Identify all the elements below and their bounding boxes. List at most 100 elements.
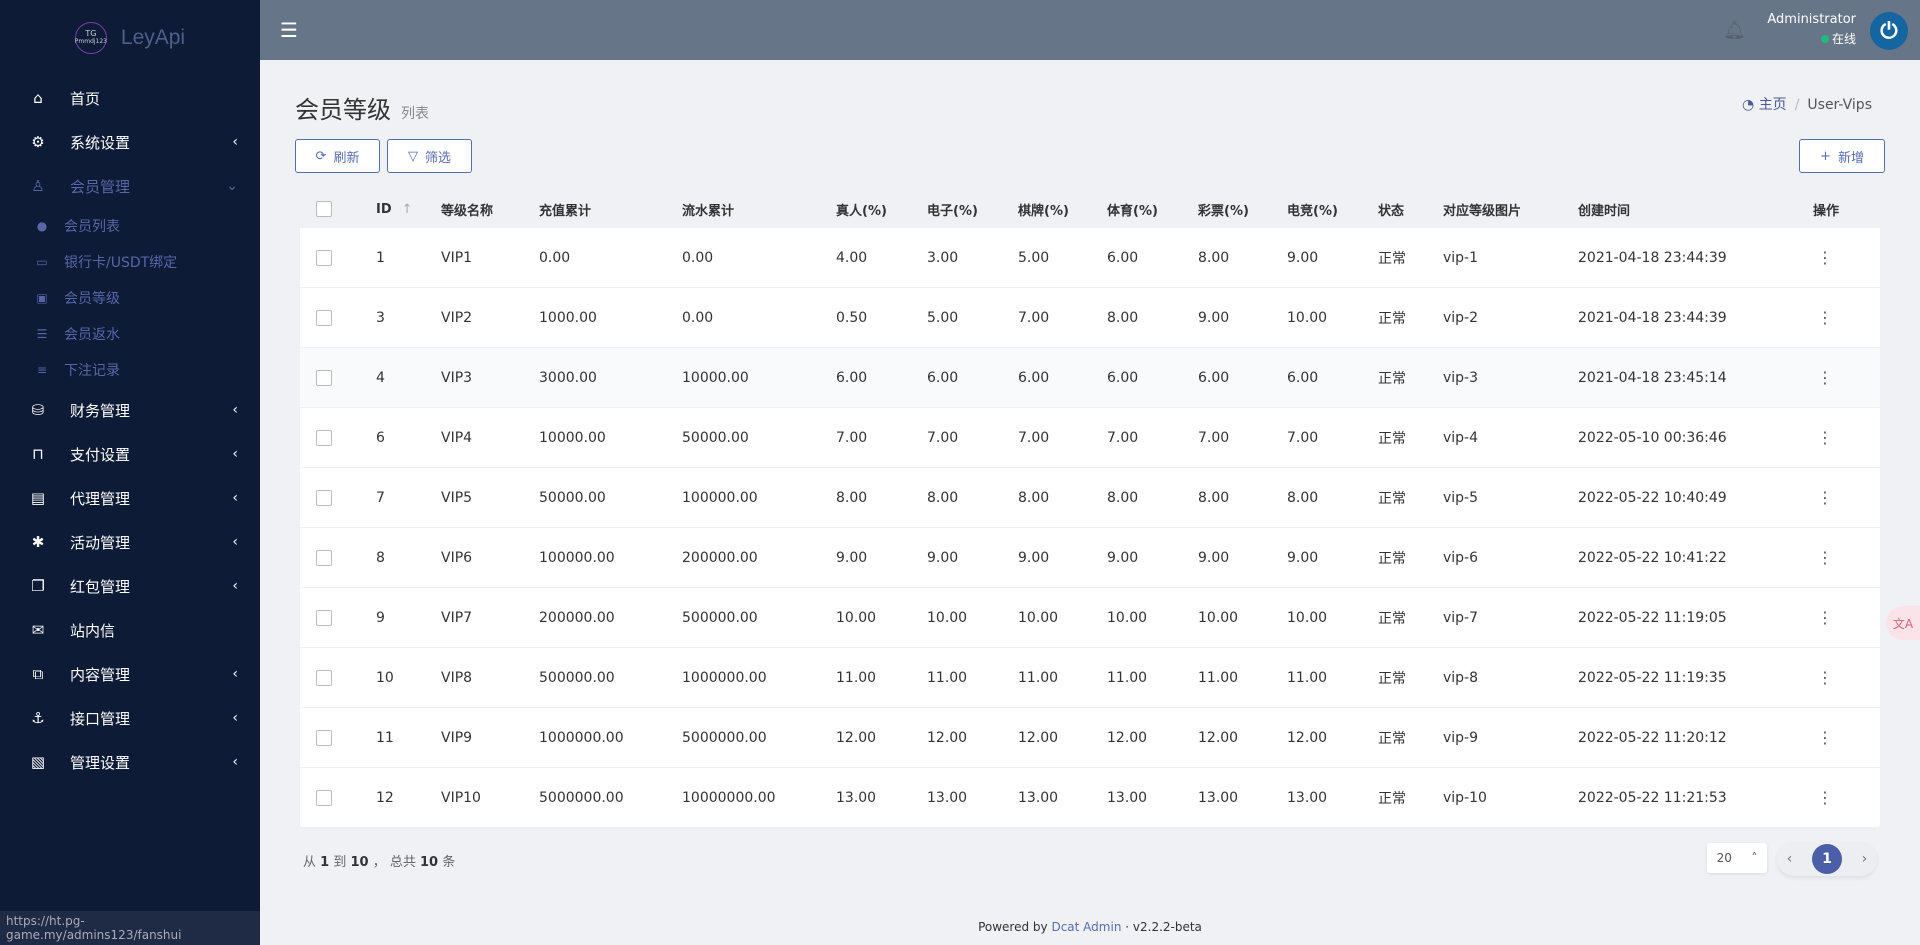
table-cell: 正常: [1378, 730, 1406, 747]
row-select-cell[interactable]: [316, 528, 332, 587]
filter-icon: ▽: [407, 148, 418, 164]
stack-icon: ≡: [36, 363, 48, 377]
row-select-cell[interactable]: [316, 768, 332, 827]
table-cell: vip-6: [1443, 549, 1479, 566]
row-checkbox[interactable]: [316, 609, 332, 626]
table-cell: 13.00: [836, 789, 877, 806]
row-checkbox[interactable]: [316, 549, 332, 566]
sidebar-item[interactable]: ⚙ 系统设置 ‹: [0, 120, 260, 164]
select-all-cell[interactable]: [316, 190, 332, 228]
row-actions-icon[interactable]: ⋮: [1817, 708, 1833, 767]
sidebar-item[interactable]: ⧉ 内容管理 ‹: [0, 652, 260, 696]
sidebar-item[interactable]: ⊓ 支付设置 ‹: [0, 432, 260, 476]
row-checkbox[interactable]: [316, 249, 332, 266]
table-cell: 1: [376, 249, 385, 266]
row-actions-icon[interactable]: ⋮: [1817, 588, 1833, 647]
sidebar-item[interactable]: ⚓ 接口管理 ‹: [0, 696, 260, 740]
table-cell: 7.00: [1287, 429, 1319, 446]
user-status: 在线: [1831, 32, 1856, 46]
refresh-icon: ⟳: [315, 148, 327, 164]
table-cell: 正常: [1378, 370, 1406, 387]
clone-icon: ❐: [31, 577, 45, 595]
translate-widget-icon[interactable]: 文A: [1886, 606, 1920, 640]
column-header: 流水累计: [682, 190, 734, 228]
next-page-button[interactable]: ›: [1862, 851, 1868, 867]
row-checkbox[interactable]: [316, 309, 332, 326]
bell-icon[interactable]: 🔔︎: [1723, 20, 1746, 41]
breadcrumb: ◔ 主页 / User-Vips: [1742, 94, 1872, 114]
menu-toggle-icon[interactable]: ☰: [280, 18, 298, 42]
sidebar-subitem[interactable]: ● 会员列表: [0, 208, 260, 244]
table-cell: 7.00: [1107, 429, 1139, 446]
row-actions-icon[interactable]: ⋮: [1817, 228, 1833, 287]
create-button[interactable]: + 新增: [1799, 139, 1885, 173]
table-cell: 11.00: [836, 669, 877, 686]
list-icon: ☰: [36, 327, 48, 341]
sidebar-subitem[interactable]: ▭ 银行卡/USDT绑定: [0, 244, 260, 280]
table-cell: 1000.00: [539, 309, 597, 326]
sidebar-subitem[interactable]: ☰ 会员返水: [0, 316, 260, 352]
row-select-cell[interactable]: [316, 708, 332, 767]
table-cell: 2022-05-10 00:36:46: [1578, 429, 1727, 446]
select-all-checkbox[interactable]: [316, 201, 332, 217]
table-cell: 5.00: [927, 309, 959, 326]
breadcrumb-home[interactable]: 主页: [1759, 97, 1787, 113]
sidebar-item[interactable]: ▤ 代理管理 ‹: [0, 476, 260, 520]
row-actions-icon[interactable]: ⋮: [1817, 648, 1833, 707]
row-actions-icon[interactable]: ⋮: [1817, 288, 1833, 347]
sidebar-item[interactable]: ⌂ 首页: [0, 76, 260, 120]
row-select-cell[interactable]: [316, 228, 332, 287]
sidebar-item[interactable]: ✱ 活动管理 ‹: [0, 520, 260, 564]
sidebar-item[interactable]: ▧ 管理设置 ‹: [0, 740, 260, 784]
row-checkbox[interactable]: [316, 429, 332, 446]
per-page-select[interactable]: 20 ˄: [1707, 843, 1767, 873]
row-select-cell[interactable]: [316, 648, 332, 707]
column-header-label: 彩票(%): [1198, 203, 1249, 219]
user-menu[interactable]: Administrator 在线: [1767, 12, 1856, 47]
row-select-cell[interactable]: [316, 588, 332, 647]
table-cell: 13.00: [1198, 789, 1239, 806]
table-cell: VIP4: [441, 429, 473, 446]
sidebar-item[interactable]: ♙ 会员管理 ⌄: [0, 164, 260, 208]
row-checkbox[interactable]: [316, 489, 332, 506]
table-cell: 4.00: [836, 249, 868, 266]
dcat-admin-link[interactable]: Dcat Admin: [1051, 920, 1121, 934]
avatar[interactable]: ⏻: [1870, 12, 1908, 50]
brand-logo[interactable]: TG Pmmdj123 LeyApi: [0, 0, 260, 76]
row-checkbox[interactable]: [316, 369, 332, 386]
sidebar-subitem[interactable]: ≡ 下注记录: [0, 352, 260, 388]
row-checkbox[interactable]: [316, 669, 332, 686]
row-select-cell[interactable]: [316, 288, 332, 347]
row-checkbox[interactable]: [316, 789, 332, 806]
column-header-label: 电竞(%): [1287, 203, 1338, 219]
row-select-cell[interactable]: [316, 408, 332, 467]
table-cell: 1000000.00: [539, 729, 624, 746]
pagination: ‹ 1 ›: [1777, 842, 1877, 876]
row-actions-icon[interactable]: ⋮: [1817, 528, 1833, 587]
row-actions-icon[interactable]: ⋮: [1817, 348, 1833, 407]
sidebar-item[interactable]: ⛁ 财务管理 ‹: [0, 388, 260, 432]
sort-asc-icon[interactable]: ↑: [402, 202, 413, 217]
sidebar-subitem[interactable]: ▣ 会员等级: [0, 280, 260, 316]
row-actions-icon[interactable]: ⋮: [1817, 768, 1833, 827]
row-actions-icon[interactable]: ⋮: [1817, 408, 1833, 467]
row-select-cell[interactable]: [316, 468, 332, 527]
refresh-button[interactable]: ⟳ 刷新: [295, 139, 380, 173]
filter-button[interactable]: ▽ 筛选: [387, 139, 472, 173]
page-button-current[interactable]: 1: [1812, 844, 1842, 874]
column-header: 充值累计: [539, 190, 591, 228]
prev-page-button[interactable]: ‹: [1787, 851, 1793, 867]
sidebar-item[interactable]: ❐ 红包管理 ‹: [0, 564, 260, 608]
table-cell: 100000.00: [539, 549, 615, 566]
column-header-label: 真人(%): [836, 203, 887, 219]
sidebar-item[interactable]: ✉ 站内信: [0, 608, 260, 652]
row-actions-icon[interactable]: ⋮: [1817, 468, 1833, 527]
table-cell: 8.00: [1287, 489, 1319, 506]
refresh-label: 刷新: [333, 150, 360, 166]
copy-icon: ⧉: [32, 665, 44, 683]
table-cell: 50000.00: [539, 489, 606, 506]
row-select-cell[interactable]: [316, 348, 332, 407]
table-cell: 6.00: [927, 369, 959, 386]
contact-book-icon: ▣: [36, 291, 48, 305]
row-checkbox[interactable]: [316, 729, 332, 746]
